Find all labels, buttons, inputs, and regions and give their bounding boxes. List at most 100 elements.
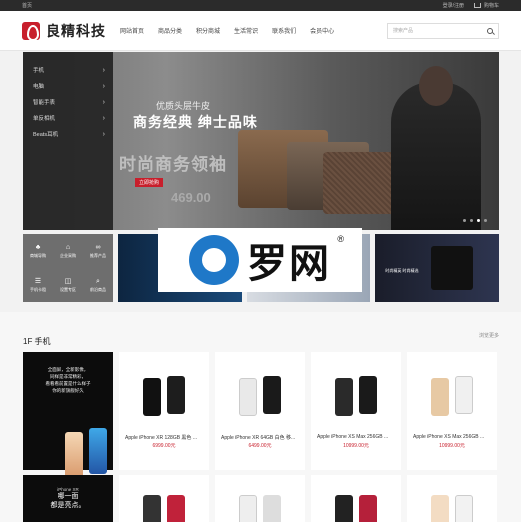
chevron-right-icon: › bbox=[102, 130, 105, 138]
category-item-beats[interactable]: Beats耳机 › bbox=[23, 126, 113, 142]
link-icon: ∞ bbox=[95, 243, 101, 251]
view-more-link[interactable]: 浏览更多 bbox=[479, 332, 499, 339]
main-nav: 网站首页 商品分类 积分商城 生活常识 联系我们 会员中心 bbox=[120, 26, 387, 35]
quick-link[interactable]: ∞ 推荐产品 bbox=[83, 234, 113, 268]
section-promo-banner-2[interactable]: iPhone XR 哪一面 都是亮点。 bbox=[23, 475, 113, 522]
hero-price: 469.00 bbox=[171, 190, 211, 205]
phone-image bbox=[455, 376, 473, 414]
hero-ghost-title: 时尚商务领袖 bbox=[119, 155, 227, 174]
category-item-watch[interactable]: 智能手表 › bbox=[23, 94, 113, 110]
cart-label: 购物车 bbox=[483, 3, 499, 9]
quick-link[interactable]: ◫ 设置专区 bbox=[53, 268, 83, 302]
phone-image bbox=[167, 495, 185, 522]
hero-banner[interactable]: 优质头层牛皮 商务经典 绅士品味 时尚商务领袖 立即抢购 469.00 手机 › … bbox=[23, 52, 499, 230]
bag-image bbox=[323, 152, 399, 214]
nav-item-home[interactable]: 网站首页 bbox=[120, 26, 144, 35]
product-price: 6499.00元 bbox=[248, 443, 272, 449]
category-item-camera[interactable]: 单反相机 › bbox=[23, 110, 113, 126]
carousel-dot[interactable] bbox=[463, 219, 466, 222]
carousel-dot[interactable] bbox=[484, 219, 487, 222]
nav-item-member-center[interactable]: 会员中心 bbox=[310, 26, 334, 35]
quick-link[interactable]: ☰ 手机卡租 bbox=[23, 268, 53, 302]
hero-buy-tag[interactable]: 立即抢购 bbox=[135, 178, 164, 187]
model-image bbox=[391, 66, 481, 230]
phones-image bbox=[59, 426, 125, 478]
product-name: Apple iPhone XS Max 256GB ... bbox=[317, 434, 389, 440]
product-card[interactable]: Apple iPhone XR 128GB 黑色 ... 6999.00元 bbox=[119, 352, 209, 470]
product-card[interactable]: Apple iPhone XS Max 256GB ... 10999.00元 bbox=[311, 352, 401, 470]
search-icon: ⌕ bbox=[96, 277, 100, 285]
chevron-right-icon: › bbox=[102, 114, 105, 122]
watermark: 罗网 ® bbox=[158, 228, 362, 292]
phone-image bbox=[431, 378, 449, 416]
nav-item-points-mall[interactable]: 积分商城 bbox=[196, 26, 220, 35]
promo-line: 你的新旗舰好久 bbox=[52, 388, 84, 393]
product-card[interactable] bbox=[119, 475, 209, 522]
home-link[interactable]: 首页 bbox=[22, 2, 32, 9]
bag-image bbox=[431, 246, 474, 290]
site-logo[interactable]: 良精科技 bbox=[22, 21, 118, 41]
promo-line: 同样是非常精彩， bbox=[50, 374, 86, 379]
section-title: 1F 手机 bbox=[23, 337, 51, 346]
section-promo-banner[interactable]: 全面屏，全新影像， 同样是非常精彩， 看看看前置是什么样子 你的新旗舰好久 bbox=[23, 352, 113, 478]
product-card[interactable] bbox=[215, 475, 305, 522]
product-price: 6999.00元 bbox=[152, 443, 176, 449]
product-card[interactable] bbox=[311, 475, 401, 522]
phone-image bbox=[359, 495, 377, 522]
product-price: 10999.00元 bbox=[343, 443, 369, 449]
phone-image bbox=[335, 378, 353, 416]
phone-image bbox=[89, 428, 107, 474]
tree-icon: ♣ bbox=[35, 243, 41, 251]
category-menu: 手机 › 电脑 › 智能手表 › 单反相机 › Beats耳机 › bbox=[23, 52, 113, 230]
top-utility-bar: 首页 登录/注册 购物车 bbox=[0, 0, 521, 11]
promo-line: 看看看前置是什么样子 bbox=[45, 381, 91, 386]
quick-link[interactable]: ⌕ 前沿商品 bbox=[83, 268, 113, 302]
quick-link[interactable]: ⌂ 企业采购 bbox=[53, 234, 83, 268]
search-icon[interactable] bbox=[487, 27, 493, 34]
product-name: Apple iPhone XS Max 256GB ... bbox=[413, 434, 485, 440]
quick-links: ♣ 商城导购 ⌂ 企业采购 ∞ 推荐产品 ☰ 手机卡租 ◫ 设置专区 ⌕ 前沿商品 bbox=[23, 234, 113, 302]
phone-image bbox=[431, 495, 449, 522]
nav-item-contact[interactable]: 联系我们 bbox=[272, 26, 296, 35]
shield-icon: ◫ bbox=[64, 277, 72, 285]
phone-image bbox=[143, 495, 161, 522]
product-card[interactable]: Apple iPhone XR 64GB 白色 移... 6499.00元 bbox=[215, 352, 305, 470]
nav-item-categories[interactable]: 商品分类 bbox=[158, 26, 182, 35]
cart-link[interactable]: 购物车 bbox=[473, 2, 499, 9]
phone-image bbox=[335, 495, 353, 522]
nav-item-life-tips[interactable]: 生活常识 bbox=[234, 26, 258, 35]
product-card[interactable]: Apple iPhone XS Max 256GB ... 10999.00元 bbox=[407, 352, 497, 470]
carousel-dot-active[interactable] bbox=[477, 219, 480, 222]
phone-image bbox=[455, 495, 473, 522]
carousel-dot[interactable] bbox=[470, 219, 473, 222]
category-item-phone[interactable]: 手机 › bbox=[23, 62, 113, 78]
logo-text: 良精科技 bbox=[46, 22, 106, 39]
logo-icon bbox=[22, 21, 40, 41]
phone-image bbox=[359, 376, 377, 414]
chevron-right-icon: › bbox=[102, 66, 105, 74]
chevron-right-icon: › bbox=[102, 82, 105, 90]
product-name: Apple iPhone XR 64GB 白色 移... bbox=[221, 435, 296, 441]
search-box[interactable]: 搜索产品 bbox=[387, 22, 499, 39]
building-icon: ⌂ bbox=[65, 243, 71, 251]
product-image bbox=[239, 376, 281, 416]
list-icon: ☰ bbox=[34, 277, 42, 285]
cart-icon bbox=[473, 3, 481, 8]
carousel-dots bbox=[463, 219, 487, 222]
phone-image bbox=[143, 378, 161, 416]
search-input[interactable]: 搜索产品 bbox=[393, 27, 413, 34]
product-card[interactable] bbox=[407, 475, 497, 522]
watermark-logo-icon bbox=[189, 235, 239, 285]
promo-tile-text: 时尚精英 时尚精选 bbox=[385, 268, 419, 273]
promo2-title-line: 都是亮点。 bbox=[50, 502, 86, 509]
category-item-computer[interactable]: 电脑 › bbox=[23, 78, 113, 94]
product-image bbox=[335, 376, 377, 416]
login-register-link[interactable]: 登录/注册 bbox=[443, 2, 464, 9]
site-header: 良精科技 网站首页 商品分类 积分商城 生活常识 联系我们 会员中心 搜索产品 bbox=[0, 11, 521, 51]
phone-image bbox=[167, 376, 185, 414]
promo-tile[interactable]: 时尚精英 时尚精选 bbox=[375, 234, 500, 302]
floor-section-phones: 1F 手机 浏览更多 全面屏，全新影像， 同样是非常精彩， 看看看前置是什么样子… bbox=[0, 312, 521, 522]
hero-title: 商务经典 绅士品味 bbox=[133, 114, 258, 130]
watermark-text: 罗网 bbox=[247, 242, 331, 286]
quick-link[interactable]: ♣ 商城导购 bbox=[23, 234, 53, 268]
